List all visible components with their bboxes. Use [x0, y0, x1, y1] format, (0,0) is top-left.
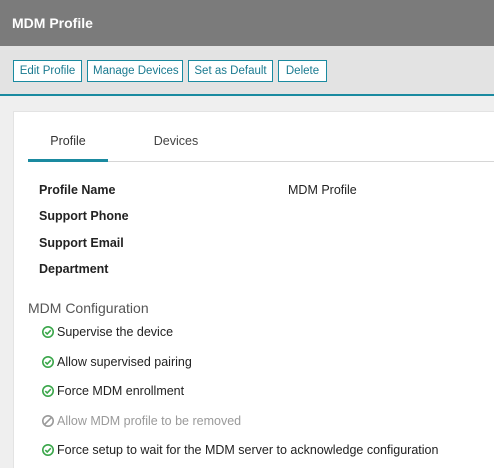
tab-devices[interactable]: Devices	[138, 112, 214, 162]
tab-profile[interactable]: Profile	[28, 112, 108, 162]
option-label: Supervise the device	[57, 325, 174, 339]
check-circle-icon	[42, 444, 54, 456]
department-label: Department	[39, 262, 109, 276]
window-title: MDM Profile	[0, 0, 494, 46]
check-circle-icon	[42, 326, 54, 338]
option-allow-profile-removal: Allow MDM profile to be removed	[42, 414, 241, 428]
disabled-circle-icon	[42, 415, 54, 427]
option-label: Force MDM enrollment	[57, 384, 185, 398]
profile-name-value: MDM Profile	[288, 183, 357, 197]
mdm-configuration-title: MDM Configuration	[28, 300, 149, 316]
option-label: Allow MDM profile to be removed	[57, 414, 242, 428]
support-email-label: Support Email	[39, 236, 124, 250]
toolbar: Edit Profile Manage Devices Set as Defau…	[0, 46, 494, 96]
option-allow-supervised-pairing: Allow supervised pairing	[42, 355, 192, 369]
check-circle-icon	[42, 356, 54, 368]
set-as-default-button[interactable]: Set as Default	[188, 60, 273, 82]
tab-bar: Profile Devices	[28, 112, 494, 162]
manage-devices-button[interactable]: Manage Devices	[87, 60, 183, 82]
profile-name-label: Profile Name	[39, 183, 116, 197]
option-label: Force setup to wait for the MDM server t…	[57, 443, 439, 457]
check-circle-icon	[42, 385, 54, 397]
option-force-setup-wait: Force setup to wait for the MDM server t…	[42, 443, 438, 457]
option-force-mdm-enrollment: Force MDM enrollment	[42, 384, 184, 398]
delete-button[interactable]: Delete	[278, 60, 327, 82]
option-supervise-device: Supervise the device	[42, 325, 173, 339]
edit-profile-button[interactable]: Edit Profile	[13, 60, 82, 82]
support-phone-label: Support Phone	[39, 209, 129, 223]
profile-panel: Profile Devices Profile Name MDM Profile…	[13, 111, 494, 468]
option-label: Allow supervised pairing	[57, 355, 192, 369]
